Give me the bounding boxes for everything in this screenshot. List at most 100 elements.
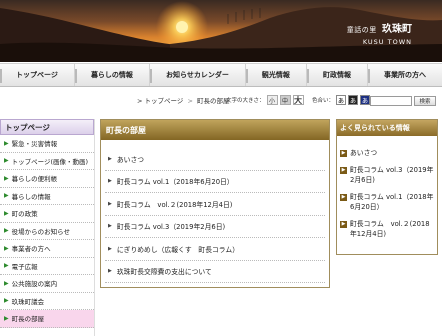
gnav-calendar[interactable]: お知らせカレンダー xyxy=(149,64,246,86)
triangle-right-icon: ▶ xyxy=(108,178,112,185)
color-white-button[interactable]: あ xyxy=(336,95,347,105)
popular-item[interactable]: ▶ あいさつ xyxy=(340,148,434,159)
list-item-label: にぎりめめし（広報くす 町長コラム） xyxy=(116,245,239,254)
list-item[interactable]: ▶ 町長コラム vol.1（2018年6月20日） xyxy=(105,171,325,193)
arrow-right-icon: ▶ xyxy=(4,279,9,287)
sidebar-item-media[interactable]: ▶ トップページ(画像・動画) xyxy=(0,153,94,170)
triangle-right-icon: ▶ xyxy=(108,223,112,230)
text-size-label: 文字の大きさ： xyxy=(226,98,265,104)
color-blue-button[interactable]: あ xyxy=(360,95,371,105)
popular-item[interactable]: ▶ 町長コラム vol.3（2019年2月6日) xyxy=(340,165,434,186)
gnav-living[interactable]: 暮らしの情報 xyxy=(74,64,150,86)
arrow-right-icon: ▶ xyxy=(4,157,9,165)
gnav-top[interactable]: トップページ xyxy=(0,64,75,86)
popular-title: よく見られている情報 xyxy=(337,120,437,136)
arrow-right-icon: ▶ xyxy=(4,192,9,200)
popular-item-label: 町長コラム vol.3（2019年2月6日) xyxy=(350,165,434,185)
popular-item-label: 町長コラム vol.２(2018年12月4日) xyxy=(350,219,430,239)
page-title: 町長の部屋 xyxy=(101,120,329,140)
site-title: 玖珠町 xyxy=(382,24,412,35)
sidebar-item-label: 町長の部屋 xyxy=(11,315,45,324)
popular-list: ▶ あいさつ ▶ 町長コラム vol.3（2019年2月6日) ▶ 町長コラム vol… xyxy=(337,136,437,254)
popular-item-label: あいさつ xyxy=(350,149,378,157)
triangle-right-icon: ▶ xyxy=(108,268,112,275)
sidebar-item-label: トップページ(画像・動画) xyxy=(11,157,89,166)
sidebar-item-label: 緊急・災害情報 xyxy=(11,140,58,149)
arrow-right-icon: ▶ xyxy=(340,166,347,174)
arrow-right-icon: ▶ xyxy=(4,139,9,147)
gnav-business[interactable]: 事業所の方へ xyxy=(367,64,442,86)
sidebar-item-business[interactable]: ▶ 事業者の方へ xyxy=(0,240,94,258)
list-item-label: 町長コラム vol.２(2018年12月4日) xyxy=(116,200,233,209)
site-english-title: KUSU TOWN xyxy=(362,38,412,46)
sidebar-item-label: 暮らしの情報 xyxy=(11,192,51,201)
popular-info-panel: よく見られている情報 ▶ あいさつ ▶ 町長コラム vol.3（2019年2月6日)… xyxy=(336,119,438,255)
color-black-button[interactable]: あ xyxy=(348,95,359,105)
sidebar-item-facilities[interactable]: ▶ 公共施設の案内 xyxy=(0,275,94,293)
sidebar-title[interactable]: トップページ xyxy=(0,119,94,135)
sidebar-item-notices[interactable]: ▶ 役場からのお知らせ xyxy=(0,223,94,240)
text-size-large-button[interactable]: 大 xyxy=(292,95,304,105)
sidebar-item-label: 事業者の方へ xyxy=(11,245,51,254)
list-item[interactable]: ▶ 町長コラム vol.２(2018年12月4日) xyxy=(105,193,325,216)
breadcrumb-sep: > xyxy=(187,97,193,105)
gnav-tourism[interactable]: 観光情報 xyxy=(245,64,307,86)
site-subtitle: 童話の里 xyxy=(346,26,377,34)
search-button[interactable]: 検索 xyxy=(414,96,436,106)
popular-item[interactable]: ▶ 町長コラム vol.２(2018年12月4日) xyxy=(340,219,434,240)
main-link-list: ▶ あいさつ ▶ 町長コラム vol.1（2018年6月20日） ▶ 町長コラム vo… xyxy=(101,140,329,287)
sidebar: トップページ ▶ 緊急・災害情報 ▶ トップページ(画像・動画) ▶ 暮らしの便利帳 … xyxy=(0,119,95,336)
breadcrumb-current: 町長の部屋 xyxy=(197,97,230,105)
main-panel: 町長の部屋 ▶ あいさつ ▶ 町長コラム vol.1（2018年6月20日） ▶ 町長… xyxy=(100,119,330,288)
arrow-right-icon: ▶ xyxy=(4,297,9,305)
text-size-medium-button[interactable]: 中 xyxy=(279,95,291,105)
list-item-label: 玖珠町長交際費の支出について xyxy=(116,268,212,277)
arrow-right-icon: ▶ xyxy=(4,314,9,322)
sidebar-item-label: 暮らしの便利帳 xyxy=(11,175,58,184)
arrow-right-icon: ▶ xyxy=(4,244,9,252)
sidebar-item-label: 公共施設の案内 xyxy=(11,280,58,289)
utility-bar: > トップページ > 町長の部屋 文字の大きさ： 小 中 大 色合い： あ あ … xyxy=(0,93,442,107)
sidebar-item-e-pr[interactable]: ▶ 電子広報 xyxy=(0,258,94,275)
arrow-right-icon: ▶ xyxy=(4,174,9,182)
color-scheme-label: 色合い： xyxy=(312,98,335,104)
list-item[interactable]: ▶ 町長コラム vol.3（2019年2月6日) xyxy=(105,216,325,238)
sidebar-item-label: 町の政策 xyxy=(11,210,38,219)
breadcrumb-sep: > xyxy=(137,97,143,105)
arrow-right-icon: ▶ xyxy=(4,227,9,235)
arrow-right-icon: ▶ xyxy=(340,220,347,228)
text-size-small-button[interactable]: 小 xyxy=(266,95,278,105)
breadcrumb: > トップページ > 町長の部屋 xyxy=(137,95,230,105)
popular-item[interactable]: ▶ 町長コラム vol.1（2018年6月20日） xyxy=(340,192,434,213)
list-item-label: あいさつ xyxy=(116,155,145,164)
text-size-control: 文字の大きさ： 小 中 大 xyxy=(226,95,304,105)
site-brand[interactable]: 童話の里 玖珠町 KUSU TOWN xyxy=(347,20,412,46)
search-input[interactable] xyxy=(370,96,412,106)
sidebar-item-handbook[interactable]: ▶ 暮らしの便利帳 xyxy=(0,170,94,188)
list-item[interactable]: ▶ あいさつ xyxy=(105,148,325,171)
gnav-government[interactable]: 町政情報 xyxy=(306,64,368,86)
arrow-right-icon: ▶ xyxy=(4,262,9,270)
sidebar-item-label: 玖珠町議会 xyxy=(11,297,45,306)
sidebar-item-mayor[interactable]: ▶ 町長の部屋 xyxy=(0,310,94,328)
breadcrumb-home[interactable]: トップページ xyxy=(145,97,184,105)
sidebar-item-living[interactable]: ▶ 暮らしの情報 xyxy=(0,188,94,205)
popular-item-label: 町長コラム vol.1（2018年6月20日） xyxy=(350,192,434,212)
triangle-right-icon: ▶ xyxy=(108,200,112,207)
sidebar-item-label: 電子広報 xyxy=(11,262,38,271)
triangle-right-icon: ▶ xyxy=(108,245,112,252)
global-nav: トップページ 暮らしの情報 お知らせカレンダー 観光情報 町政情報 事業所の方へ xyxy=(0,63,442,87)
sidebar-item-emergency[interactable]: ▶ 緊急・災害情報 xyxy=(0,135,94,153)
list-item[interactable]: ▶ 玖珠町長交際費の支出について xyxy=(105,261,325,283)
arrow-right-icon: ▶ xyxy=(340,193,347,201)
triangle-right-icon: ▶ xyxy=(108,155,112,162)
color-scheme-control: 色合い： あ あ あ xyxy=(312,95,371,105)
sidebar-item-assembly[interactable]: ▶ 玖珠町議会 xyxy=(0,293,94,310)
list-item[interactable]: ▶ にぎりめめし（広報くす 町長コラム） xyxy=(105,238,325,261)
header-banner: 童話の里 玖珠町 KUSU TOWN xyxy=(0,0,442,62)
arrow-right-icon: ▶ xyxy=(340,150,347,157)
sidebar-item-label: 役場からのお知らせ xyxy=(11,227,70,236)
sidebar-item-policy[interactable]: ▶ 町の政策 xyxy=(0,205,94,223)
list-item-label: 町長コラム vol.1（2018年6月20日） xyxy=(116,178,234,187)
list-item-label: 町長コラム vol.3（2019年2月6日) xyxy=(116,223,226,232)
